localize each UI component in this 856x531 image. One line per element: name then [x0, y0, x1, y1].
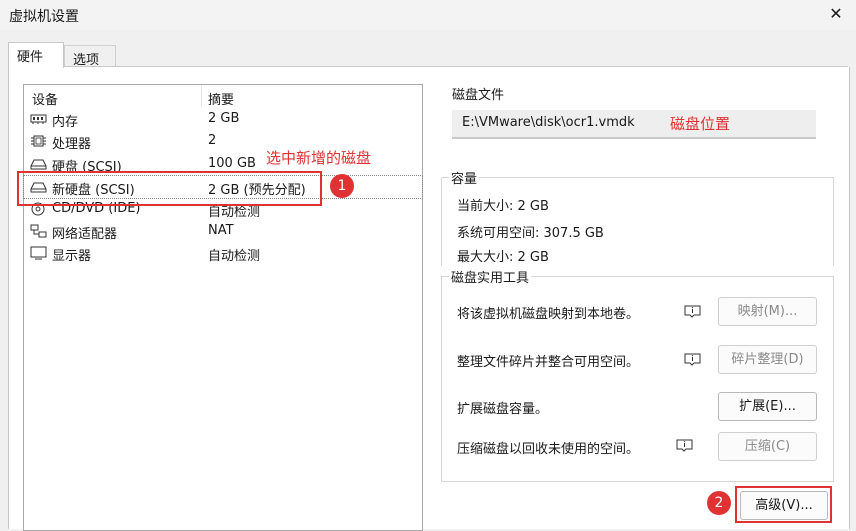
tab-hardware[interactable]: 硬件 — [8, 42, 64, 68]
device-summary: 2 GB — [208, 111, 240, 126]
available-space: 系统可用空间: 307.5 GB — [457, 226, 604, 241]
device-row-display[interactable]: 显示器 自动检测 — [24, 242, 422, 264]
annotation-advanced-box — [735, 486, 832, 523]
annotation-select-new-disk: 选中新增的磁盘 — [266, 149, 372, 167]
device-row-memory[interactable]: 内存 2 GB — [24, 108, 422, 130]
display-icon — [30, 246, 47, 260]
defrag-description: 整理文件碎片并整合可用空间。 — [457, 355, 640, 370]
capacity-title: 容量 — [449, 168, 480, 187]
network-adapter-icon — [30, 224, 47, 238]
tab-divider — [8, 66, 848, 67]
expand-button[interactable]: 扩展(E)... — [718, 392, 817, 421]
defrag-button[interactable]: 碎片整理(D) — [718, 345, 817, 374]
disk-file-path: E:\VMware\disk\ocr1.vmdk — [462, 115, 635, 130]
column-header-device[interactable]: 设备 — [32, 89, 58, 108]
device-name: 显示器 — [52, 249, 92, 264]
memory-icon — [30, 114, 47, 124]
annotation-disk-location: 磁盘位置 — [670, 115, 731, 133]
device-summary: NAT — [208, 223, 234, 238]
info-icon[interactable] — [676, 439, 693, 452]
device-summary: 自动检测 — [208, 249, 261, 264]
column-header-summary[interactable]: 摘要 — [208, 89, 234, 108]
expand-description: 扩展磁盘容量。 — [457, 402, 549, 417]
max-size: 最大大小: 2 GB — [457, 250, 549, 265]
processor-icon — [31, 135, 46, 147]
title-bar — [0, 0, 856, 30]
tab-options[interactable]: 选项 — [64, 45, 116, 68]
annotation-highlight-box — [17, 171, 322, 206]
map-description: 将该虚拟机磁盘映射到本地卷。 — [457, 307, 640, 322]
info-icon[interactable] — [684, 353, 701, 366]
disk-file-title: 磁盘文件 — [450, 84, 507, 103]
device-name: 内存 — [52, 115, 79, 130]
current-size: 当前大小: 2 GB — [457, 199, 549, 214]
window-title: 虚拟机设置 — [9, 9, 79, 25]
annotation-step-2: 2 — [707, 491, 731, 515]
device-name: 处理器 — [52, 137, 92, 152]
compact-description: 压缩磁盘以回收未使用的空间。 — [457, 442, 640, 457]
device-summary: 100 GB — [208, 156, 256, 171]
annotation-step-1: 1 — [330, 174, 354, 198]
column-divider[interactable] — [201, 85, 202, 107]
hard-disk-icon — [30, 159, 47, 170]
close-icon[interactable]: ✕ — [826, 3, 846, 25]
device-summary: 2 — [208, 133, 217, 148]
device-row-network-adapter[interactable]: 网络适配器 NAT — [24, 220, 422, 242]
map-button[interactable]: 映射(M)... — [718, 297, 817, 326]
info-icon[interactable] — [684, 305, 701, 318]
compact-button[interactable]: 压缩(C) — [718, 432, 817, 461]
tab-hardware-label: 硬件 — [17, 50, 44, 65]
device-name: 网络适配器 — [52, 227, 118, 242]
disk-utilities-title: 磁盘实用工具 — [449, 267, 532, 286]
device-list-header: 设备 摘要 — [24, 85, 422, 108]
